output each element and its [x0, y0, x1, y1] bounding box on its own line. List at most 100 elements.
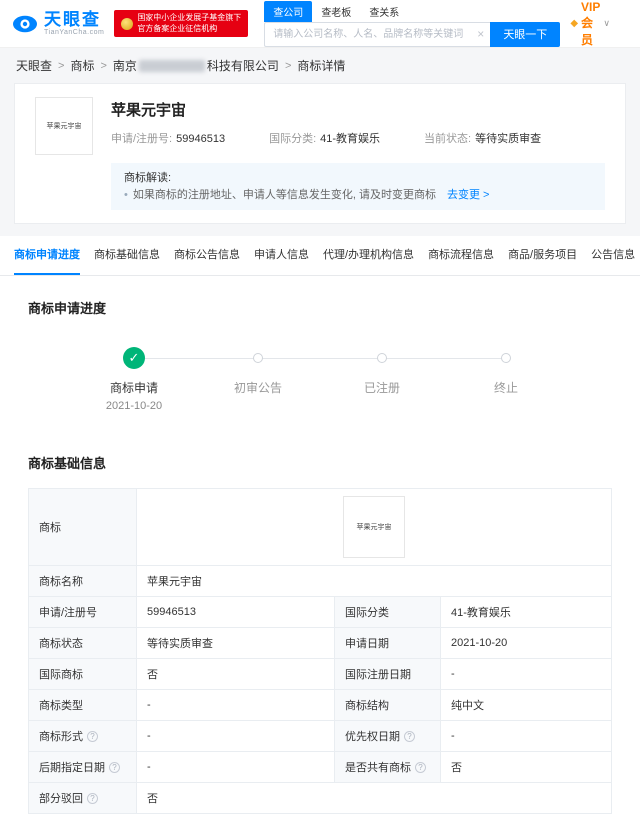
row-value: - — [136, 720, 335, 752]
progress-section-title: 商标申请进度 — [28, 301, 107, 316]
table-row: 商标状态 等待实质审查 申请日期 2021-10-20 — [28, 627, 612, 659]
row-label: 国际注册日期 — [334, 658, 441, 690]
info-icon[interactable]: ? — [109, 762, 120, 773]
search-type-tabs: 查公司 查老板 查关系 — [264, 0, 560, 22]
step-preliminary-gazette: 初审公告 — [134, 347, 320, 413]
row-label: 是否共有商标? — [334, 751, 441, 783]
go-change-link[interactable]: 去变更 > — [447, 187, 489, 204]
info-icon[interactable]: ? — [415, 762, 426, 773]
search-tab-relation[interactable]: 查关系 — [360, 1, 408, 22]
row-value: - — [136, 689, 335, 721]
trademark-image: 苹果元宇宙 — [343, 496, 405, 558]
field-intl-class: 国际分类: 41-教育娱乐 — [269, 133, 381, 145]
table-row: 商标类型 - 商标结构 纯中文 — [28, 689, 612, 721]
check-icon: ✓ — [123, 347, 145, 369]
sub-header-zone: 天眼查 > 商标 > 南京 科技有限公司 > 商标详情 苹果元宇宙 苹果元宇宙 … — [0, 48, 640, 236]
emblem-icon — [121, 17, 134, 30]
trademark-image: 苹果元宇宙 — [35, 97, 93, 155]
tab-announcement[interactable]: 公告信息 — [591, 236, 635, 275]
redacted-company-name — [138, 59, 205, 72]
vip-label: VIP会员 — [581, 0, 601, 47]
info-icon[interactable]: ? — [404, 731, 415, 742]
row-value: - — [136, 751, 335, 783]
breadcrumb: 天眼查 > 商标 > 南京 科技有限公司 > 商标详情 — [0, 48, 640, 83]
logo-text-en: TianYanCha.com — [44, 28, 105, 36]
row-label: 商标类型 — [28, 689, 137, 721]
info-icon[interactable]: ? — [87, 731, 98, 742]
tab-process-info[interactable]: 商标流程信息 — [428, 236, 494, 275]
breadcrumb-separator: > — [100, 59, 107, 72]
row-label-trademark: 商标 — [28, 488, 137, 566]
row-label: 国际商标 — [28, 658, 137, 690]
chevron-down-icon: ∨ — [603, 18, 610, 28]
top-bar: 天眼查 TianYanCha.com 国家中小企业发展子基金旗下 官方备案企业征… — [0, 0, 640, 48]
notice-title: 商标解读: — [124, 172, 172, 184]
tab-agency-info[interactable]: 代理/办理机构信息 — [323, 236, 414, 275]
breadcrumb-separator: > — [58, 59, 65, 72]
eye-logo-icon — [13, 15, 37, 32]
field-reg-number: 申请/注册号: 59946513 — [111, 133, 226, 145]
search-area: 查公司 查老板 查关系 × 天眼一下 — [264, 0, 561, 47]
row-label: 后期指定日期? — [28, 751, 137, 783]
row-label: 申请日期 — [334, 627, 441, 659]
row-value: 否 — [136, 658, 335, 690]
row-label: 国际分类 — [334, 596, 441, 628]
row-label: 商标形式? — [28, 720, 137, 752]
tianyancha-logo[interactable]: 天眼查 TianYanCha.com — [12, 11, 104, 37]
search-tab-boss[interactable]: 查老板 — [312, 1, 360, 22]
tab-applicant-info[interactable]: 申请人信息 — [254, 236, 309, 275]
row-label: 申请/注册号 — [28, 596, 137, 628]
row-label: 商标状态 — [28, 627, 137, 659]
search-input[interactable] — [264, 21, 491, 47]
pending-dot-icon — [253, 353, 263, 363]
breadcrumb-separator: > — [284, 59, 292, 72]
row-value: 否 — [136, 782, 612, 814]
table-row: 国际商标 否 国际注册日期 - — [28, 658, 612, 690]
notice-text: 如果商标的注册地址、申请人等信息发生变化, 请及时变更商标 — [132, 188, 436, 201]
row-value: 2021-10-20 — [440, 627, 612, 659]
breadcrumb-current: 商标详情 — [297, 59, 346, 73]
row-value: - — [440, 720, 612, 752]
table-row: 商标形式? - 优先权日期? - — [28, 720, 612, 752]
pending-dot-icon — [501, 353, 511, 363]
table-row: 商标 苹果元宇宙 — [28, 488, 612, 566]
search-tab-company[interactable]: 查公司 — [264, 0, 313, 22]
section-application-progress: 商标申请进度 ✓ 商标申请 2021-10-20 初审公告 已注册 终止 — [0, 276, 640, 413]
row-label: 优先权日期? — [334, 720, 441, 752]
table-row: 后期指定日期? - 是否共有商标? 否 — [28, 751, 612, 783]
clear-icon[interactable]: × — [477, 27, 484, 41]
pending-dot-icon — [377, 353, 387, 363]
step-terminated: 终止 — [382, 347, 568, 413]
basic-section-title: 商标基础信息 — [28, 456, 107, 471]
breadcrumb-company[interactable]: 南京 科技有限公司 — [113, 57, 279, 74]
logo-text-cn: 天眼查 — [44, 9, 101, 29]
company-name-suffix: 科技有限公司 — [206, 59, 279, 73]
row-value: 苹果元宇宙 — [136, 565, 612, 597]
row-value: - — [440, 658, 612, 690]
gov-certification-badge: 国家中小企业发展子基金旗下 官方备案企业征信机构 — [114, 9, 249, 38]
section-basic-info: 商标基础信息 商标 苹果元宇宙 商标名称 苹果元宇宙 申请/注册号 599465… — [0, 431, 640, 814]
info-icon[interactable]: ? — [87, 793, 98, 804]
company-name-prefix: 南京 — [112, 59, 137, 73]
tab-gazette-info[interactable]: 商标公告信息 — [174, 236, 240, 275]
vip-icon: ◆ — [570, 18, 579, 29]
breadcrumb-home[interactable]: 天眼查 — [16, 57, 52, 74]
tab-goods-services[interactable]: 商品/服务项目 — [508, 236, 577, 275]
tab-application-progress[interactable]: 商标申请进度 — [14, 236, 80, 275]
breadcrumb-trademark[interactable]: 商标 — [70, 57, 94, 74]
search-button[interactable]: 天眼一下 — [490, 21, 561, 47]
progress-steps: ✓ 商标申请 2021-10-20 初审公告 已注册 终止 — [72, 347, 568, 413]
step-registered: 已注册 — [258, 347, 444, 413]
row-value: 59946513 — [136, 596, 335, 628]
trademark-notice-box: 商标解读: • 如果商标的注册地址、申请人等信息发生变化, 请及时变更商标 去变… — [111, 163, 605, 210]
table-row: 部分驳回? 否 — [28, 782, 612, 814]
vip-menu[interactable]: ◆ VIP会员 ∨ — [570, 0, 610, 48]
badge-line2: 官方备案企业征信机构 — [137, 23, 218, 33]
bullet-icon: • — [124, 188, 128, 201]
field-current-status: 当前状态: 等待实质审查 — [424, 133, 542, 145]
row-value: 41-教育娱乐 — [440, 596, 612, 628]
table-row: 商标名称 苹果元宇宙 — [28, 565, 612, 597]
row-label: 商标结构 — [334, 689, 441, 721]
badge-line1: 国家中小企业发展子基金旗下 — [137, 12, 242, 22]
tab-basic-info[interactable]: 商标基础信息 — [94, 236, 160, 275]
